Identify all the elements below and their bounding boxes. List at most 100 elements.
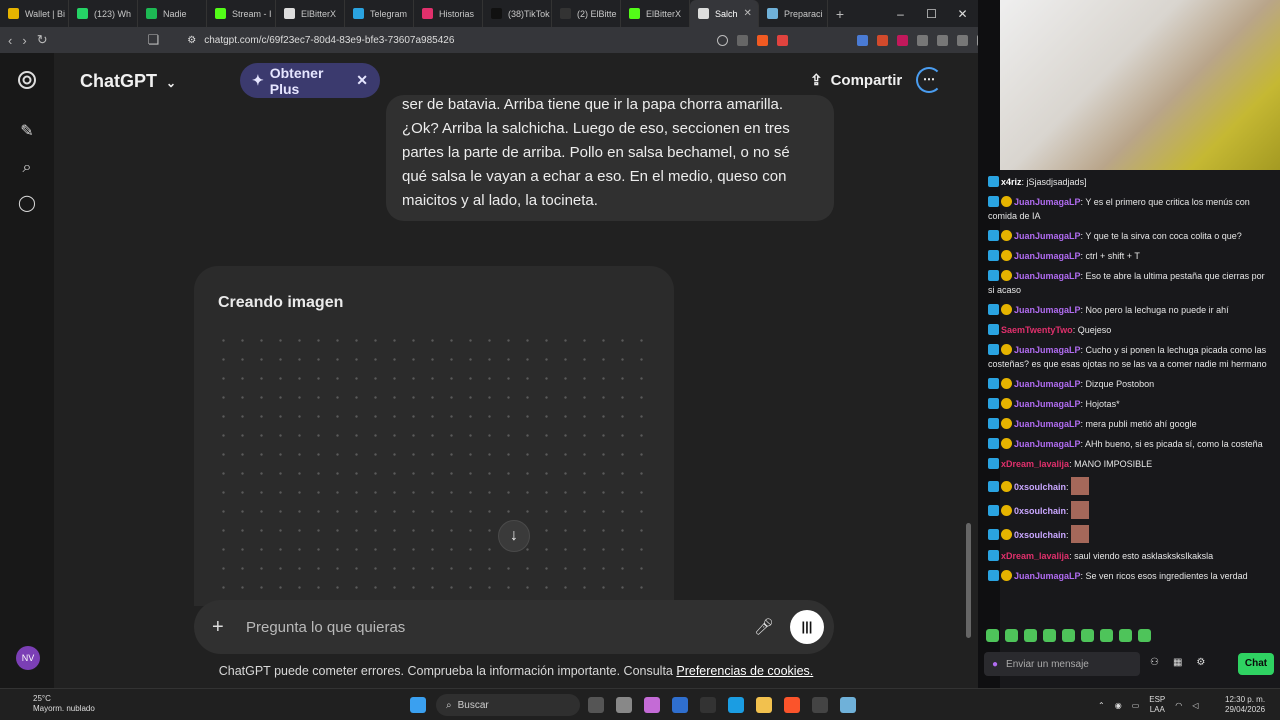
extension-red-icon[interactable] [877,34,889,46]
browser-tab[interactable]: (123) Wh [69,0,138,27]
brave-shield-icon[interactable] [757,34,769,46]
chat-username[interactable]: JuanJumagaLP [1014,399,1081,409]
screen-icon[interactable] [937,34,949,46]
emote-icon[interactable] [1005,629,1018,642]
puzzle-icon[interactable] [917,34,929,46]
people-icon[interactable]: ⚇ [1150,657,1159,668]
more-options-icon[interactable]: ⋯ [916,67,942,93]
terminal-icon[interactable] [700,697,716,713]
chat-username[interactable]: JuanJumagaLP [1014,571,1081,581]
store-icon[interactable] [672,697,688,713]
chat-username[interactable]: 0xsoulchain [1014,482,1066,492]
edge-icon[interactable] [728,697,744,713]
chat-username[interactable]: JuanJumagaLP [1014,271,1081,281]
browser-tab[interactable]: Salch ✕ [690,0,759,27]
browser-tab[interactable]: Nadie [138,0,207,27]
windows-start-icon[interactable] [410,697,426,713]
chat-input[interactable]: ● Enviar un mensaje [984,652,1140,676]
chat-username[interactable]: xDream_lavalija [1001,459,1069,469]
obs-icon[interactable] [812,697,828,713]
scrollbar[interactable] [966,523,971,638]
chat-username[interactable]: JuanJumagaLP [1014,419,1081,429]
volume-icon[interactable]: ◁ [1192,701,1198,710]
microphone-icon[interactable]: 🎤︎ [752,617,776,637]
url-field[interactable]: ⚙ chatgpt.com/c/69f23ec7-80d4-83e9-bfe3-… [187,30,707,50]
extension-m-icon[interactable] [897,34,909,46]
widgets-icon[interactable] [616,697,632,713]
close-window-button[interactable]: ✕ [947,7,978,21]
browser-tab[interactable]: ElBitterX [621,0,690,27]
display-icon[interactable]: ▭ [1132,701,1140,710]
brave-icon[interactable] [784,697,800,713]
emote-icon[interactable] [1119,629,1132,642]
prompt-input[interactable] [246,618,752,636]
close-icon[interactable]: ✕ [356,72,368,89]
zoom-icon[interactable] [717,34,729,46]
chat-username[interactable]: 0xsoulchain [1014,530,1066,540]
browser-tab[interactable]: (2) ElBitte [552,0,621,27]
chat-username[interactable]: JuanJumagaLP [1014,251,1081,261]
emote-icon[interactable] [1138,629,1151,642]
add-attachment-icon[interactable]: + [212,616,232,639]
chat-username[interactable]: JuanJumagaLP [1014,439,1081,449]
browser-tab[interactable]: (38)TikTok [483,0,552,27]
forward-icon[interactable]: › [22,33,26,48]
voice-mode-button[interactable]: ||| [790,610,824,644]
browser-tab[interactable]: Preparaci [759,0,828,27]
browser-tab[interactable]: Stream - I [207,0,276,27]
task-view-icon[interactable] [588,697,604,713]
model-selector[interactable]: ChatGPT ⌄ [80,71,176,92]
avatar[interactable]: NV [16,646,40,670]
chat-username[interactable]: xDream_lavalija [1001,551,1069,561]
sparkle-icon[interactable] [957,34,969,46]
browser-tab[interactable]: ElBitterX [276,0,345,27]
openai-logo-icon[interactable] [17,70,37,90]
browser-tab[interactable]: Historias [414,0,483,27]
weather-widget[interactable]: 25°C Mayorm. nublado [33,694,95,714]
new-chat-icon[interactable]: ✎ [17,122,37,142]
search-icon[interactable]: ⌕ [17,158,37,178]
emote-icon[interactable] [1024,629,1037,642]
brave-rewards-icon[interactable] [777,34,789,46]
site-info-icon[interactable]: ⚙ [187,35,196,46]
chat-username[interactable]: SaemTwentyTwo [1001,325,1073,335]
emote-icon[interactable] [1081,629,1094,642]
emote-icon[interactable] [1100,629,1113,642]
file-explorer-icon[interactable] [756,697,772,713]
emote-icon[interactable] [1043,629,1056,642]
mic-icon[interactable]: ● [992,659,998,670]
minimize-button[interactable]: – [885,7,916,21]
browser-tab[interactable]: Wallet | Bi [0,0,69,27]
share-icon[interactable] [737,34,749,46]
chat-username[interactable]: JuanJumagaLP [1014,379,1081,389]
emote-icon[interactable] [986,629,999,642]
chevron-up-icon[interactable]: ⌃ [1098,701,1105,710]
share-button[interactable]: ⇪ Compartir [810,71,902,90]
send-chat-button[interactable]: Chat [1238,653,1274,675]
gift-icon[interactable]: ▦ [1173,657,1182,668]
chat-username[interactable]: x4riz [1001,177,1022,187]
scroll-down-button[interactable]: ↓ [498,520,530,552]
lang-indicator[interactable]: ESP LAA [1149,695,1165,715]
wifi-icon[interactable]: ◠ [1175,701,1182,710]
chat-username[interactable]: JuanJumagaLP [1014,231,1081,241]
chat-username[interactable]: JuanJumagaLP [1014,197,1081,207]
tab-close-icon[interactable]: ✕ [744,8,752,19]
browser-tab[interactable]: Telegram [345,0,414,27]
chat-username[interactable]: JuanJumagaLP [1014,345,1081,355]
reload-icon[interactable]: ↻ [37,32,48,48]
network-icon[interactable]: ◉ [1115,701,1122,710]
chat-username[interactable]: 0xsoulchain [1014,506,1066,516]
bookmark-icon[interactable]: ❏ [148,32,160,48]
settings-icon[interactable]: ⚙ [1196,657,1205,668]
new-tab-button[interactable]: + [828,6,852,22]
cookie-preferences-link[interactable]: Preferencias de cookies. [676,664,813,678]
clock[interactable]: 12:30 p. m. 29/04/2026 [1225,695,1265,715]
maximize-button[interactable]: ☐ [916,7,947,21]
emote-icon[interactable] [1062,629,1075,642]
chat-username[interactable]: JuanJumagaLP [1014,305,1081,315]
app-icon[interactable] [840,697,856,713]
chat-bubble-icon[interactable]: ◯ [17,194,37,214]
obtener-plus-button[interactable]: ✦ Obtener Plus ✕ [240,63,380,98]
taskbar-search[interactable]: ⌕ Buscar [436,694,580,716]
